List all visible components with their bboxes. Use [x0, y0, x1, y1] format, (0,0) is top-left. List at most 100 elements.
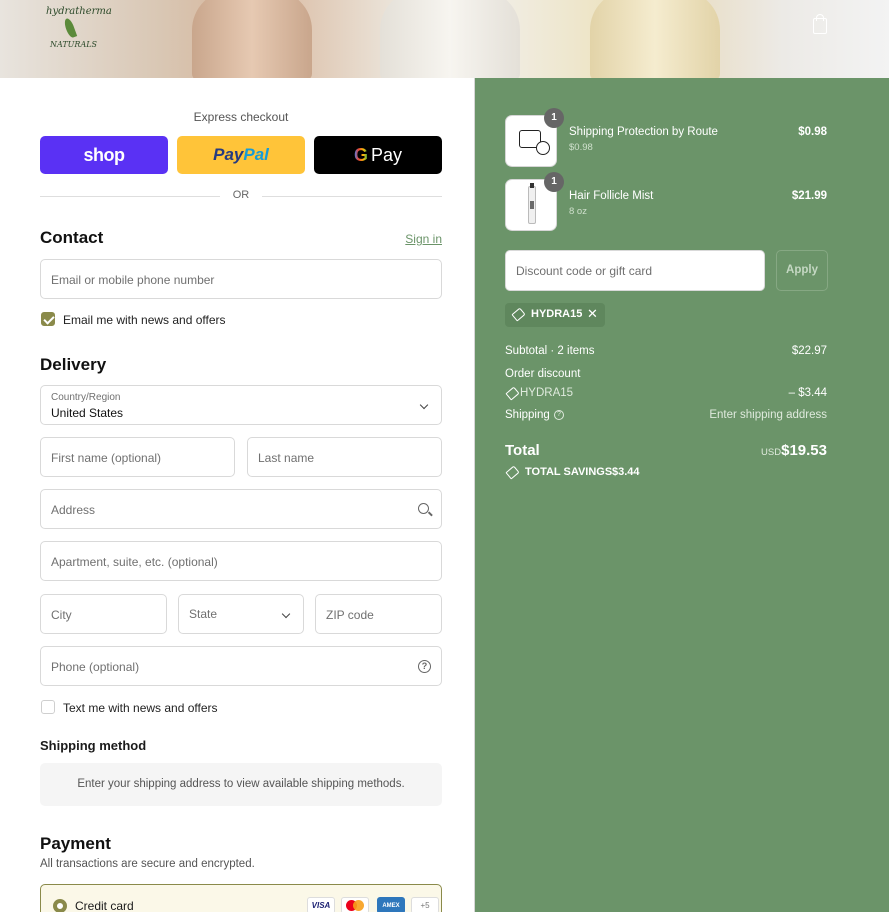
subtotal-label: Subtotal · 2 items [505, 345, 595, 357]
amex-icon: AMEX [377, 897, 405, 912]
info-icon[interactable]: ? [554, 410, 564, 420]
discount-code-label: HYDRA15 [520, 387, 574, 399]
first-name-field[interactable]: First name (optional) [40, 437, 235, 477]
email-placeholder: Email or mobile phone number [51, 273, 215, 287]
line-item-subtitle: 8 oz [569, 206, 587, 217]
apply-discount-button[interactable]: Apply [776, 250, 828, 291]
contact-heading: Contact [40, 228, 104, 247]
tag-icon [505, 465, 520, 480]
sms-newsletter-label: Text me with news and offers [63, 701, 218, 715]
email-newsletter-label: Email me with news and offers [63, 313, 226, 327]
shopping-bag-icon[interactable] [813, 14, 827, 34]
last-name-placeholder: Last name [258, 451, 315, 465]
paypal-button[interactable]: Pay Pal [177, 136, 305, 174]
mastercard-icon [341, 897, 369, 912]
shipping-method-heading: Shipping method [40, 738, 147, 753]
applied-code: HYDRA15 [531, 308, 583, 320]
apartment-placeholder: Apartment, suite, etc. (optional) [51, 555, 218, 569]
line-item-name: Hair Follicle Mist [569, 190, 654, 202]
total-savings-label: TOTAL SAVINGS [525, 466, 613, 478]
currency-code: USD [761, 447, 782, 458]
logo-text: hydratherma [46, 6, 112, 17]
shipping-label: Shipping [505, 409, 550, 421]
logo-text: NATURALS [50, 40, 98, 49]
address-field[interactable]: Address [40, 489, 442, 529]
zip-placeholder: ZIP code [326, 608, 374, 622]
shop-pay-label: shop [83, 144, 126, 165]
spray-bottle-icon [528, 183, 536, 224]
visa-icon: VISA [307, 897, 335, 912]
tag-icon [505, 386, 520, 401]
city-placeholder: City [51, 608, 72, 622]
divider-line [262, 196, 442, 197]
total-label: Total [505, 442, 540, 459]
delivery-heading: Delivery [40, 355, 107, 374]
payment-heading: Payment [40, 834, 111, 853]
google-g-icon: G [353, 144, 368, 165]
more-cards-badge: +5 [411, 897, 439, 912]
country-value: United States [51, 406, 124, 420]
total-savings-value: $3.44 [612, 466, 640, 478]
search-icon [418, 503, 429, 514]
apartment-field[interactable]: Apartment, suite, etc. (optional) [40, 541, 442, 581]
discount-value: – $3.44 [788, 387, 827, 399]
credit-card-option[interactable]: Credit card VISA AMEX +5 [40, 884, 442, 912]
line-item-subtitle: $0.98 [569, 142, 593, 153]
quantity-badge: 1 [544, 108, 564, 128]
google-pay-label: Pay [370, 144, 403, 165]
shop-pay-button[interactable]: shop [40, 136, 168, 174]
line-item-thumbnail: 1 [505, 172, 564, 231]
leaf-icon [62, 17, 78, 39]
applied-discount-chip: HYDRA15 ✕ [505, 303, 605, 327]
paypal-label: Pal [243, 145, 269, 164]
express-checkout-label: Express checkout [193, 110, 289, 124]
city-field[interactable]: City [40, 594, 167, 634]
state-select[interactable]: State [178, 594, 304, 634]
zip-field[interactable]: ZIP code [315, 594, 442, 634]
product-bottle-image [192, 0, 312, 78]
help-icon[interactable]: ? [418, 660, 431, 673]
chevron-down-icon [419, 400, 429, 410]
or-divider: OR [40, 189, 442, 203]
product-bottle-image [380, 0, 520, 78]
country-select[interactable]: Country/Region United States [40, 385, 442, 425]
remove-discount-icon[interactable]: ✕ [587, 306, 598, 322]
paypal-label: Pay [213, 145, 244, 164]
first-name-placeholder: First name (optional) [51, 451, 162, 465]
product-bottle-image [590, 0, 720, 78]
credit-card-radio[interactable] [53, 899, 67, 912]
line-item-thumbnail: 1 [505, 108, 564, 167]
route-protection-icon [519, 130, 550, 155]
line-item-name: Shipping Protection by Route [569, 126, 718, 138]
hero-banner: hydratherma NATURALS [0, 0, 889, 78]
email-newsletter-checkbox[interactable] [41, 312, 55, 326]
shipping-value: Enter shipping address [709, 409, 827, 421]
quantity-badge: 1 [544, 172, 564, 192]
tag-icon [511, 307, 526, 322]
phone-placeholder: Phone (optional) [51, 660, 140, 674]
order-discount-label: Order discount [505, 368, 581, 380]
chevron-down-icon [281, 609, 291, 619]
subtotal-value: $22.97 [791, 345, 827, 357]
shipping-method-notice: Enter your shipping address to view avai… [40, 763, 442, 806]
total-value: $19.53 [781, 442, 827, 459]
order-summary: 1 Shipping Protection by Route $0.98 $0.… [474, 78, 889, 912]
country-label: Country/Region [51, 392, 121, 403]
email-field[interactable]: Email or mobile phone number [40, 259, 442, 299]
line-item-price: $0.98 [798, 126, 827, 138]
discount-code-field[interactable]: Discount code or gift card [505, 250, 765, 291]
credit-card-label: Credit card [75, 899, 134, 912]
checkout-form: Express checkout shop Pay Pal G Pay OR Con… [0, 78, 474, 912]
phone-field[interactable]: Phone (optional) ? [40, 646, 442, 686]
google-pay-button[interactable]: G Pay [314, 136, 442, 174]
or-text: OR [232, 189, 250, 201]
sms-newsletter-checkbox[interactable] [41, 700, 55, 714]
state-placeholder: State [189, 607, 218, 621]
sign-in-link[interactable]: Sign in [405, 232, 442, 246]
brand-logo[interactable]: hydratherma NATURALS [44, 4, 112, 56]
last-name-field[interactable]: Last name [247, 437, 442, 477]
discount-placeholder: Discount code or gift card [516, 264, 653, 278]
address-placeholder: Address [51, 503, 96, 517]
payment-subtitle: All transactions are secure and encrypte… [40, 858, 255, 870]
line-item-price: $21.99 [791, 190, 827, 202]
